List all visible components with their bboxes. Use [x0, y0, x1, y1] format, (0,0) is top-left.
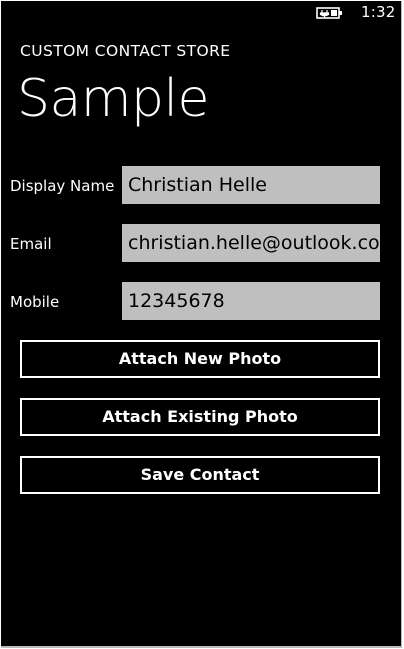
clock-time: 1:32 [361, 3, 396, 21]
battery-charging-icon [316, 6, 344, 20]
email-label: Email [10, 235, 52, 253]
attach-new-photo-button[interactable]: Attach New Photo [20, 340, 380, 378]
status-bar: 1:32 [1, 1, 401, 27]
email-field[interactable]: christian.helle@outlook.co [122, 224, 380, 262]
attach-existing-photo-button[interactable]: Attach Existing Photo [20, 398, 380, 436]
mobile-field[interactable]: 12345678 [122, 282, 380, 320]
phone-screen: 1:32 CUSTOM CONTACT STORE Sample Display… [1, 1, 402, 648]
mobile-label: Mobile [10, 293, 60, 311]
display-name-label: Display Name [10, 177, 115, 195]
page-title: Sample [17, 69, 209, 129]
save-contact-button[interactable]: Save Contact [20, 456, 380, 494]
display-name-field[interactable]: Christian Helle [122, 166, 380, 204]
app-title: CUSTOM CONTACT STORE [20, 42, 231, 60]
